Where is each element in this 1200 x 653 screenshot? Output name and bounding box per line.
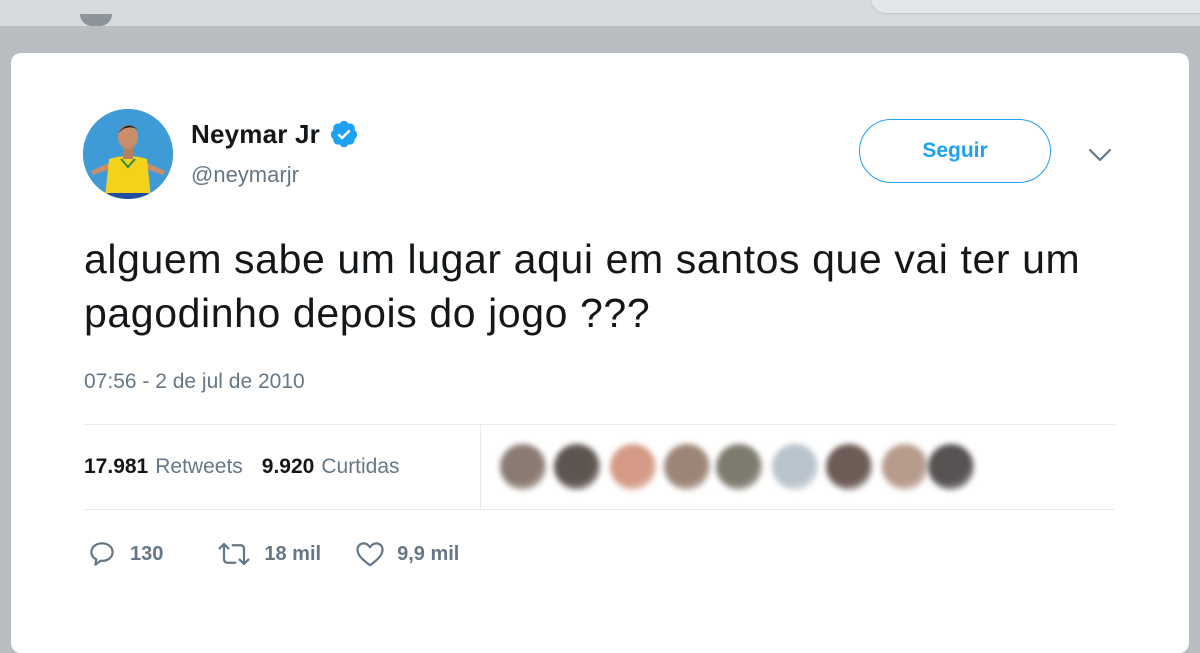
user-name-row: Neymar Jr bbox=[191, 116, 359, 152]
retweet-icon bbox=[218, 542, 250, 566]
avatar[interactable] bbox=[83, 109, 173, 199]
tweet-text: alguem sabe um lugar aqui em santos que … bbox=[84, 236, 1081, 336]
top-dark-shape bbox=[80, 14, 112, 26]
likes-count[interactable]: 9.920 bbox=[262, 455, 315, 479]
liker-avatar[interactable] bbox=[664, 444, 710, 490]
tweet-actions: 130 18 mil 9,9 mil bbox=[86, 536, 459, 572]
divider-bottom bbox=[84, 509, 1115, 510]
reply-icon bbox=[90, 542, 114, 566]
likes-label[interactable]: Curtidas bbox=[321, 455, 399, 479]
top-search-pill bbox=[870, 0, 1200, 14]
more-options-chevron-down-icon[interactable] bbox=[1086, 144, 1114, 166]
liker-avatar[interactable] bbox=[826, 444, 872, 490]
stats-vertical-divider bbox=[480, 425, 481, 510]
avatar-image-icon bbox=[83, 109, 173, 199]
liker-avatars bbox=[500, 444, 1000, 492]
retweet-count: 18 mil bbox=[264, 542, 322, 565]
retweets-count[interactable]: 17.981 bbox=[84, 455, 148, 479]
browser-top-bar bbox=[0, 0, 1200, 26]
liker-avatar[interactable] bbox=[716, 444, 762, 490]
tweet-stats: 17.981 Retweets 9.920 Curtidas bbox=[84, 453, 400, 481]
reply-count: 130 bbox=[130, 542, 164, 565]
reply-action[interactable]: 130 bbox=[86, 539, 163, 569]
user-name[interactable]: Neymar Jr bbox=[191, 119, 320, 150]
heart-icon bbox=[356, 542, 384, 567]
liker-avatar[interactable] bbox=[554, 444, 600, 490]
like-count: 9,9 mil bbox=[397, 542, 460, 565]
liker-avatar[interactable] bbox=[772, 444, 818, 490]
user-handle[interactable]: @neymarjr bbox=[191, 162, 299, 188]
follow-button[interactable]: Seguir bbox=[859, 119, 1051, 183]
divider-top bbox=[84, 424, 1115, 425]
liker-avatar[interactable] bbox=[610, 444, 656, 490]
verified-badge-icon bbox=[330, 120, 358, 148]
retweet-action[interactable]: 18 mil bbox=[216, 539, 321, 569]
liker-avatar[interactable] bbox=[882, 444, 928, 490]
like-action[interactable]: 9,9 mil bbox=[355, 540, 459, 568]
liker-avatar[interactable] bbox=[928, 444, 974, 490]
tweet-timestamp[interactable]: 07:56 - 2 de jul de 2010 bbox=[84, 370, 305, 394]
liker-avatar[interactable] bbox=[500, 444, 546, 490]
retweets-label[interactable]: Retweets bbox=[155, 455, 243, 479]
